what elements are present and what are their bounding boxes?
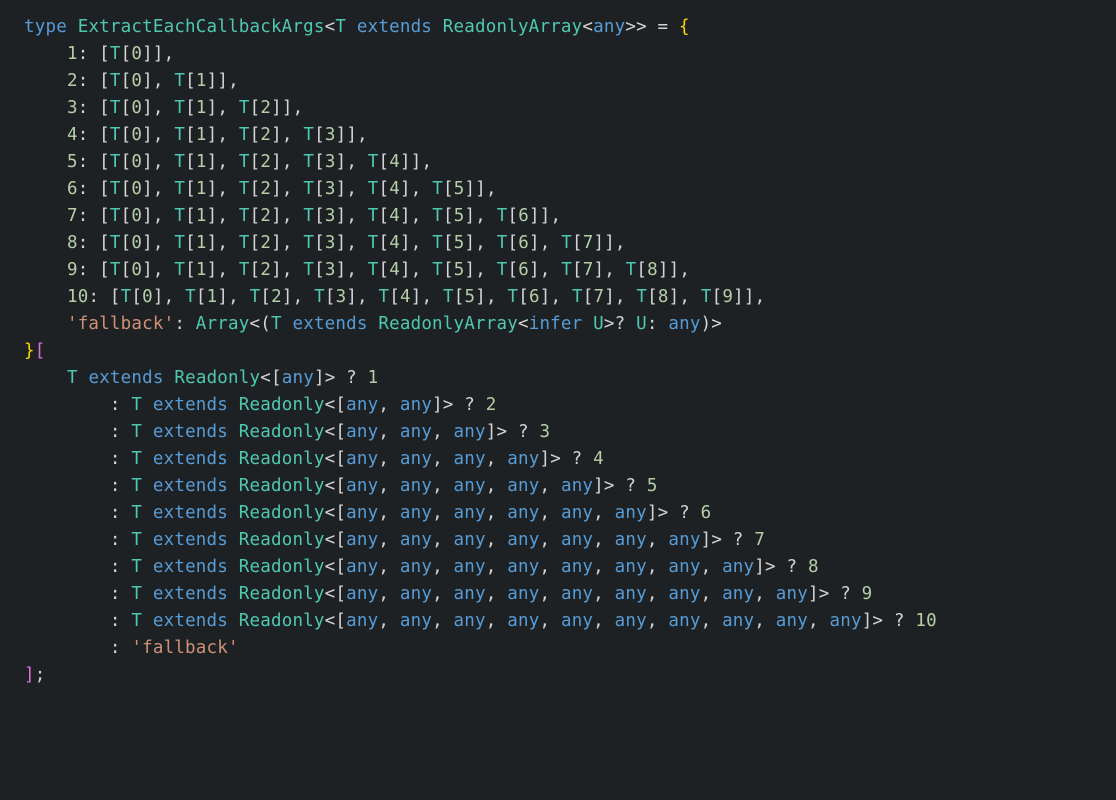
code-editor-content[interactable]: type ExtractEachCallbackArgs<T extends R… bbox=[0, 0, 1116, 707]
